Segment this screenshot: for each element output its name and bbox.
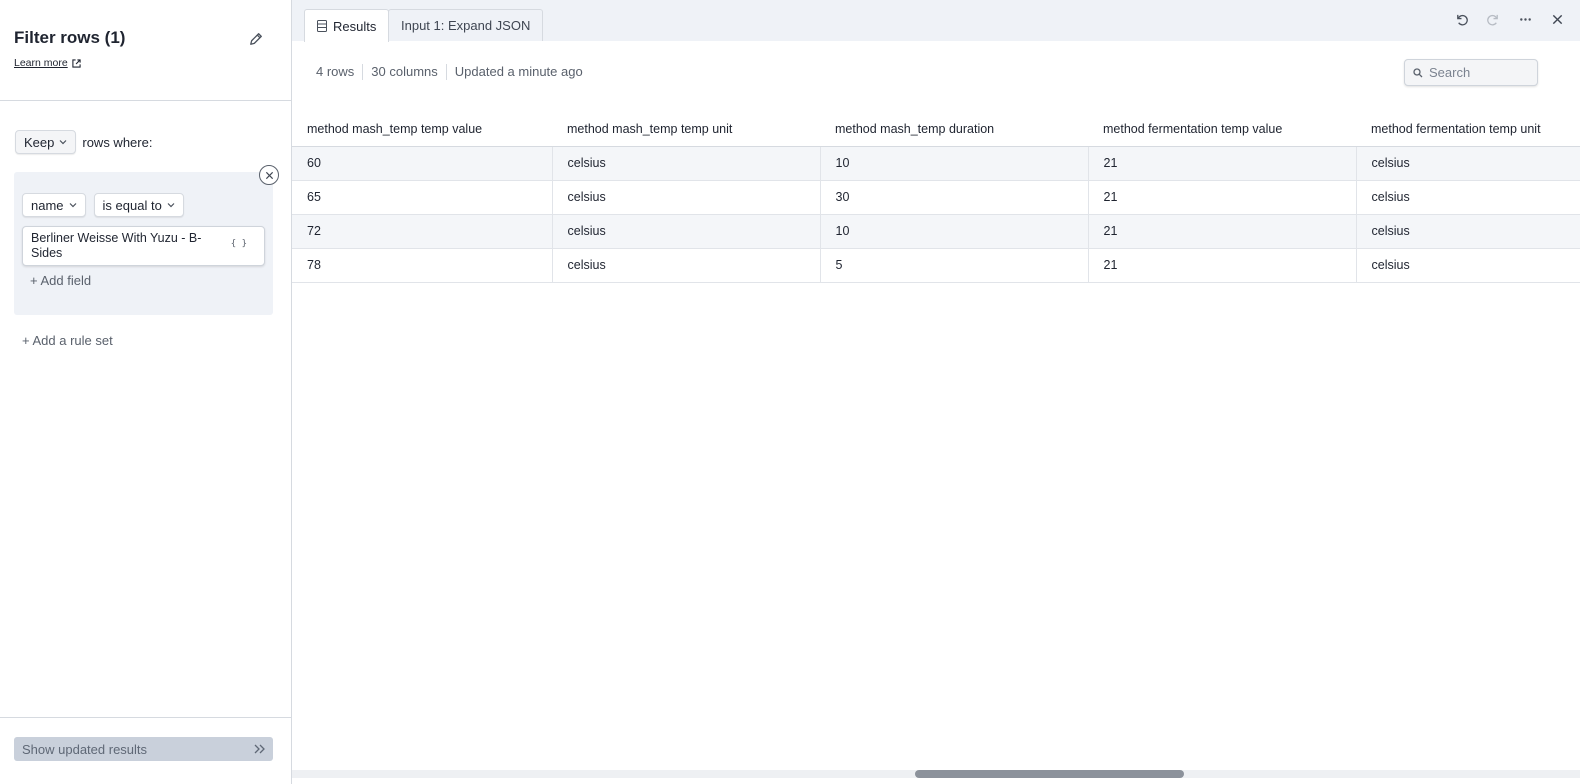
tab-input-1-label: Input 1: Expand JSON xyxy=(401,18,531,33)
table-cell[interactable]: 21 xyxy=(1088,146,1357,181)
table-header-row: method mash_temp temp value method mash_… xyxy=(292,113,1580,147)
results-panel: Results Input 1: Expand JSON 4 rows 30 c… xyxy=(292,0,1580,784)
more-options-button[interactable] xyxy=(1516,10,1534,28)
panel-toolbar xyxy=(1452,10,1566,28)
column-header[interactable]: method mash_temp duration xyxy=(820,113,1088,147)
search-input[interactable] xyxy=(1429,65,1529,80)
table-cell[interactable]: 10 xyxy=(820,146,1089,181)
edit-title-button[interactable] xyxy=(247,30,265,48)
tab-input-1[interactable]: Input 1: Expand JSON xyxy=(388,9,544,41)
braces-icon[interactable]: { } xyxy=(231,239,247,249)
filter-panel-header: Filter rows (1) Learn more xyxy=(0,0,291,101)
table-cell[interactable]: 21 xyxy=(1088,180,1357,215)
panel-title: Filter rows (1) xyxy=(14,28,126,47)
table-cell[interactable]: 10 xyxy=(820,214,1089,249)
column-header[interactable]: method mash_temp temp value xyxy=(292,113,552,147)
chevron-down-icon xyxy=(59,140,67,145)
keep-dropdown-label: Keep xyxy=(24,134,55,150)
updated-timestamp: Updated a minute ago xyxy=(445,64,591,80)
column-header[interactable]: method fermentation temp unit xyxy=(1356,113,1580,147)
results-table: method mash_temp temp value method mash_… xyxy=(292,113,1580,283)
table-icon xyxy=(317,20,327,32)
search-box[interactable] xyxy=(1404,59,1538,86)
results-meta: 4 rows 30 columns Updated a minute ago xyxy=(316,64,591,80)
add-field-button[interactable]: + Add field xyxy=(30,273,91,288)
tab-results[interactable]: Results xyxy=(304,9,390,42)
rows-where-label: rows where: xyxy=(82,134,153,150)
table-cell[interactable]: celsius xyxy=(552,248,821,283)
keep-row: Keep rows where: xyxy=(15,130,152,154)
table-cell[interactable]: 21 xyxy=(1088,248,1357,283)
pencil-icon xyxy=(250,33,262,45)
horizontal-scrollbar[interactable] xyxy=(292,770,1580,778)
table-cell[interactable]: 60 xyxy=(292,146,553,181)
double-chevron-right-icon xyxy=(254,744,265,754)
table-cell[interactable]: celsius xyxy=(1356,146,1580,181)
table-cell[interactable]: celsius xyxy=(1356,214,1580,249)
table-cell[interactable]: 21 xyxy=(1088,214,1357,249)
table-row: 60 celsius 10 21 celsius xyxy=(292,146,1580,181)
table-cell[interactable]: 5 xyxy=(820,248,1089,283)
show-updated-results-label: Show updated results xyxy=(22,741,148,757)
table-cell[interactable]: celsius xyxy=(552,180,821,215)
undo-button[interactable] xyxy=(1452,10,1470,28)
close-panel-button[interactable] xyxy=(1548,10,1566,28)
more-icon xyxy=(1519,17,1531,21)
keep-dropdown[interactable]: Keep xyxy=(15,130,77,154)
show-updated-results-button[interactable]: Show updated results xyxy=(14,737,273,761)
learn-more-label: Learn more xyxy=(14,57,68,69)
row-count: 4 rows xyxy=(316,64,355,79)
table-row: 72 celsius 10 21 celsius xyxy=(292,214,1580,249)
redo-icon xyxy=(1486,14,1498,25)
table-row: 65 celsius 30 21 celsius xyxy=(292,180,1580,215)
add-rule-set-button[interactable]: + Add a rule set xyxy=(22,333,113,348)
column-header[interactable]: method mash_temp temp unit xyxy=(552,113,820,147)
table-cell[interactable]: celsius xyxy=(1356,180,1580,215)
table-row: 78 celsius 5 21 celsius xyxy=(292,248,1580,283)
filter-panel: Filter rows (1) Learn more Keep rows whe… xyxy=(0,0,292,784)
field-dropdown[interactable]: name xyxy=(22,193,86,217)
operator-dropdown[interactable]: is equal to xyxy=(93,193,184,217)
table-cell[interactable]: celsius xyxy=(552,146,821,181)
field-dropdown-label: name xyxy=(31,197,64,213)
table-cell[interactable]: 72 xyxy=(292,214,553,249)
condition-value-text: Berliner Weisse With Yuzu - B-Sides xyxy=(31,231,202,260)
condition-value-input[interactable]: Berliner Weisse With Yuzu - B-Sides { } xyxy=(22,226,265,266)
column-header[interactable]: method fermentation temp value xyxy=(1088,113,1356,147)
table-cell[interactable]: 65 xyxy=(292,180,553,215)
table-cell[interactable]: celsius xyxy=(1356,248,1580,283)
table-cell[interactable]: 30 xyxy=(820,180,1089,215)
filter-panel-footer: Show updated results xyxy=(0,717,291,784)
operator-dropdown-label: is equal to xyxy=(102,197,162,213)
condition-row: name is equal to xyxy=(22,193,184,217)
remove-rule-set-button[interactable] xyxy=(259,165,279,185)
chevron-down-icon xyxy=(167,203,175,208)
table-cell[interactable]: celsius xyxy=(552,214,821,249)
external-link-icon xyxy=(72,58,81,68)
redo-button[interactable] xyxy=(1484,10,1502,28)
learn-more-link[interactable]: Learn more xyxy=(14,57,81,69)
undo-icon xyxy=(1456,14,1468,25)
table-cell[interactable]: 78 xyxy=(292,248,553,283)
column-count: 30 columns xyxy=(362,64,445,80)
tab-results-label: Results xyxy=(333,18,377,34)
chevron-down-icon xyxy=(69,203,76,208)
close-icon xyxy=(1552,14,1562,24)
search-icon xyxy=(1413,67,1423,77)
tab-bar: Results Input 1: Expand JSON xyxy=(292,0,1580,42)
scrollbar-thumb[interactable] xyxy=(915,770,1184,778)
close-icon xyxy=(265,171,273,179)
